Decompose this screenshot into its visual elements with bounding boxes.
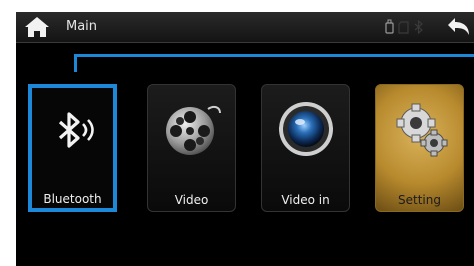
sd-card-icon [398, 21, 409, 34]
bluetooth-icon [58, 112, 94, 148]
tile-label-video: Video [174, 193, 209, 207]
tile-label-setting: Setting [398, 193, 441, 207]
video-tile[interactable]: Video [147, 84, 236, 212]
home-icon[interactable] [23, 15, 51, 39]
camera-lens-icon [279, 102, 333, 156]
usb-icon [385, 19, 394, 34]
film-reel-icon [166, 105, 221, 155]
selection-connector-line [74, 54, 474, 72]
top-bar: Main [16, 12, 474, 43]
back-arrow-icon[interactable] [444, 16, 472, 38]
status-icons [385, 19, 423, 35]
setting-tile[interactable]: Setting [375, 84, 464, 212]
gears-icon [396, 103, 448, 157]
tile-label-video-in: Video in [281, 193, 330, 207]
main-screen: Main Bluetooth Video Video in Setting [16, 12, 474, 266]
page-title: Main [66, 19, 98, 34]
bluetooth-status-icon [414, 19, 423, 35]
tile-label-bluetooth: Bluetooth [43, 192, 102, 206]
video-in-tile[interactable]: Video in [261, 84, 350, 212]
bluetooth-tile[interactable]: Bluetooth [28, 84, 117, 212]
